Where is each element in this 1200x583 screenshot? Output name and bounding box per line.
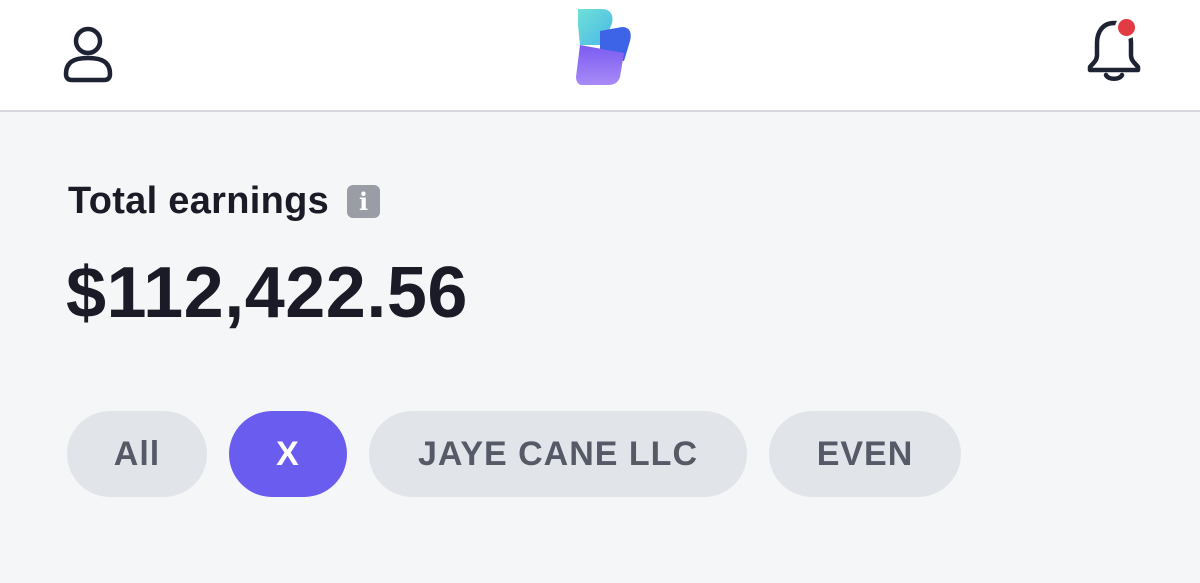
user-icon — [63, 26, 113, 83]
earnings-amount: $112,422.56 — [66, 253, 468, 333]
brand-logo — [566, 4, 638, 88]
earnings-header: Total earnings i — [68, 180, 381, 223]
filter-chip-even[interactable]: EVEN — [769, 411, 961, 497]
top-bar — [0, 0, 1200, 112]
profile-button[interactable] — [52, 18, 124, 90]
notifications-button[interactable] — [1078, 12, 1150, 88]
logo-icon — [576, 9, 631, 85]
filter-chip-x[interactable]: X — [229, 411, 347, 497]
notification-badge — [1115, 16, 1138, 39]
info-icon[interactable]: i — [347, 185, 381, 218]
filter-chip-jaye-cane-llc[interactable]: JAYE CANE LLC — [369, 411, 747, 497]
earnings-label: Total earnings — [68, 180, 330, 222]
filter-chips: All X JAYE CANE LLC EVEN — [67, 411, 961, 497]
filter-chip-all[interactable]: All — [67, 411, 207, 497]
